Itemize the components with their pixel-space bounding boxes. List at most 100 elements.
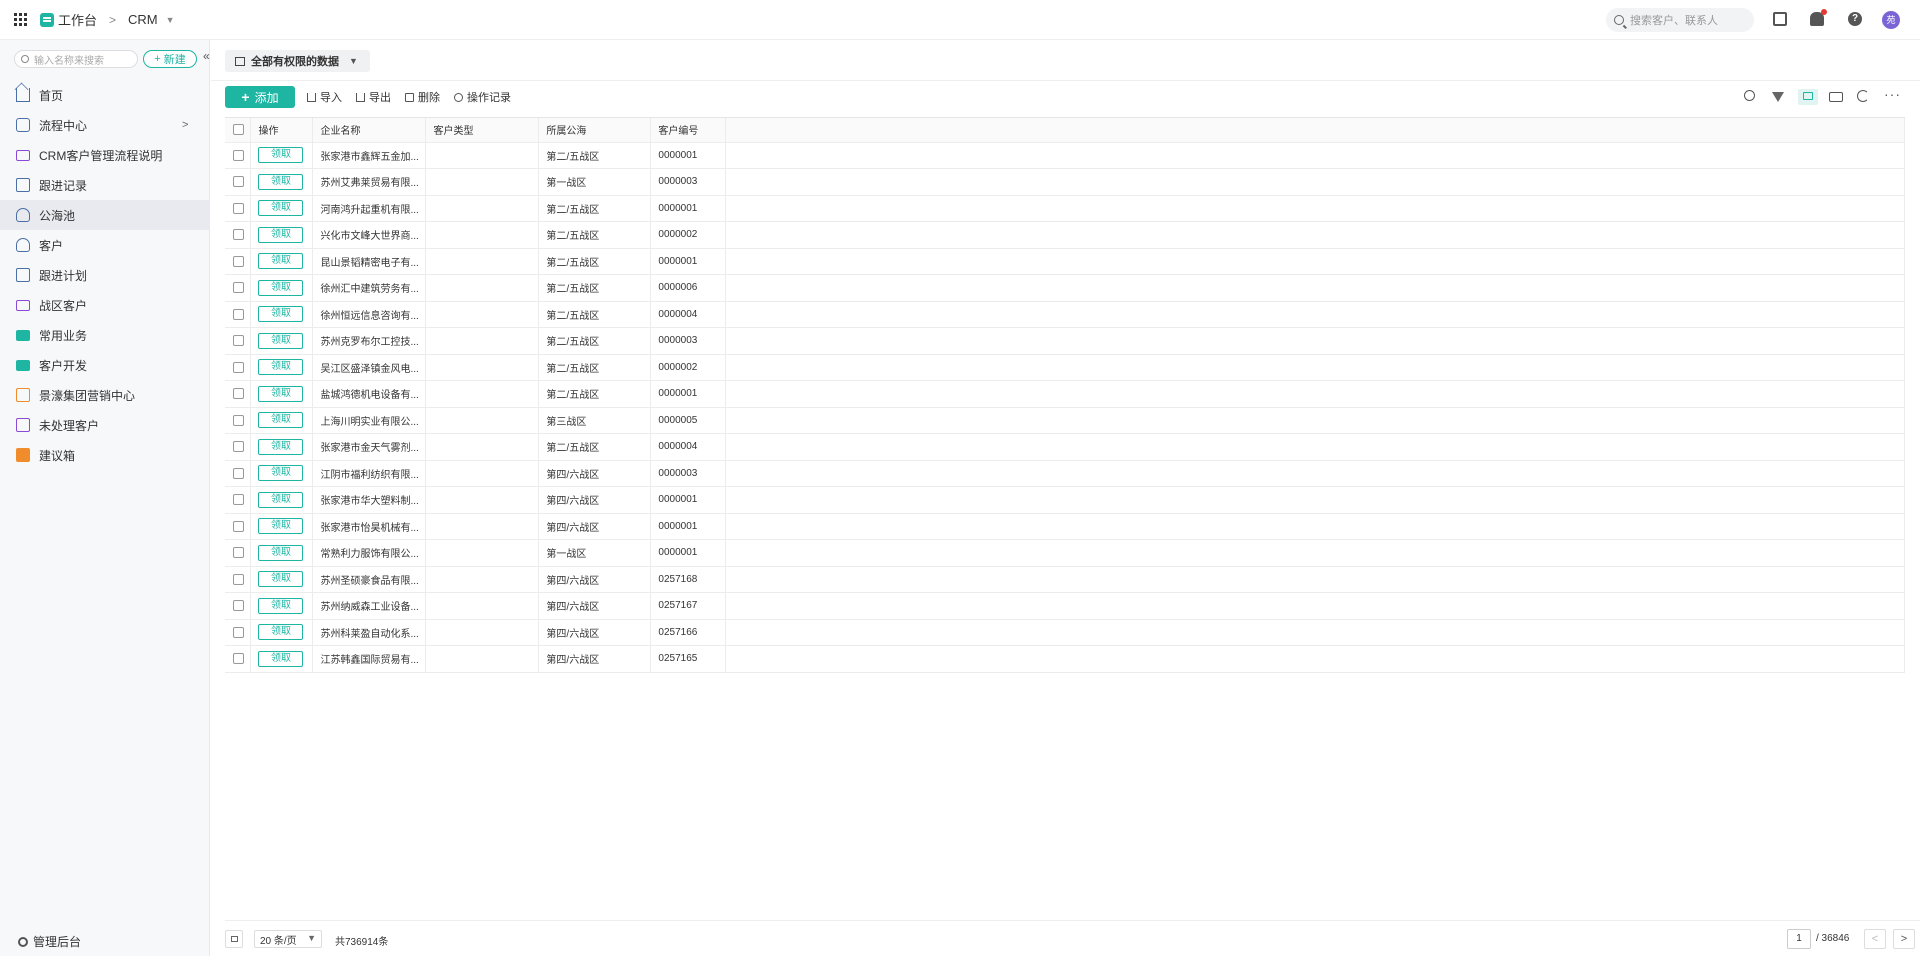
sidebar-search-input[interactable]: 输入名称来搜索 — [14, 50, 138, 68]
bell-icon[interactable] — [1810, 9, 1827, 26]
sidebar-item-home[interactable]: 首页 — [0, 80, 210, 110]
column-header-customer-type[interactable]: 客户类型 — [425, 118, 540, 143]
claim-button[interactable]: 领取 — [258, 226, 304, 243]
public-pool-cell[interactable]: 第三战区 — [538, 407, 652, 434]
row-checkbox[interactable] — [233, 255, 244, 267]
column-header-public-pool[interactable]: 所属公海 — [538, 118, 652, 143]
claim-button[interactable]: 领取 — [258, 147, 304, 164]
row-checkbox[interactable] — [233, 388, 244, 400]
claim-button[interactable]: 领取 — [258, 306, 304, 323]
public-pool-cell[interactable]: 第二/五战区 — [538, 327, 652, 355]
table-row[interactable]: 领取 吴江区盛泽镇金风电... 第二/五战区 0000002 — [225, 354, 1905, 381]
claim-button[interactable]: 领取 — [258, 491, 304, 508]
customer-type-cell[interactable] — [425, 380, 540, 408]
avatar[interactable]: 苑 — [1882, 11, 1900, 29]
customer-number-cell[interactable]: 0000004 — [650, 433, 727, 461]
customer-number-cell[interactable]: 0000001 — [650, 513, 727, 540]
global-search-input[interactable]: 搜索客户、联系人 — [1606, 8, 1754, 32]
customer-type-cell[interactable] — [425, 592, 540, 620]
table-row[interactable]: 领取 张家港市怡昊机械有... 第四/六战区 0000001 — [225, 513, 1905, 540]
company-name-cell[interactable]: 张家港市金天气雾剂... — [312, 433, 427, 461]
claim-button[interactable]: 领取 — [258, 571, 304, 588]
customer-type-cell[interactable] — [425, 327, 540, 355]
row-checkbox[interactable] — [233, 573, 244, 585]
sidebar-item-suggestion-box[interactable]: 建议箱 — [0, 440, 210, 470]
row-checkbox[interactable] — [233, 202, 244, 214]
public-pool-cell[interactable]: 第四/六战区 — [538, 486, 652, 514]
claim-button[interactable]: 领取 — [258, 518, 304, 535]
row-checkbox[interactable] — [233, 626, 244, 638]
sidebar-item-common-business[interactable]: 常用业务 — [0, 320, 210, 350]
public-pool-cell[interactable]: 第四/六战区 — [538, 619, 652, 646]
sidebar-item-customers[interactable]: 客户 — [0, 230, 210, 260]
customer-type-cell[interactable] — [425, 168, 540, 196]
company-name-cell[interactable]: 张家港市华大塑料制... — [312, 486, 427, 514]
company-name-cell[interactable]: 苏州科莱盈自动化系... — [312, 619, 427, 646]
row-checkbox[interactable] — [233, 467, 244, 479]
sidebar-item-flow-center[interactable]: 流程中心 > — [0, 110, 210, 140]
table-row[interactable]: 领取 苏州科莱盈自动化系... 第四/六战区 0257166 — [225, 619, 1905, 646]
company-name-cell[interactable]: 苏州艾弗莱贸易有限... — [312, 168, 427, 196]
column-header-company-name[interactable]: 企业名称 — [312, 118, 427, 143]
table-row[interactable]: 领取 苏州克罗布尔工控技... 第二/五战区 0000003 — [225, 327, 1905, 355]
customer-number-cell[interactable]: 0000001 — [650, 380, 727, 408]
refresh-icon[interactable] — [1857, 90, 1869, 102]
company-name-cell[interactable]: 徐州汇中建筑劳务有... — [312, 274, 427, 302]
company-name-cell[interactable]: 上海川明实业有限公... — [312, 407, 427, 434]
new-button[interactable]: + 新建 — [143, 50, 197, 68]
public-pool-cell[interactable]: 第二/五战区 — [538, 301, 652, 328]
row-checkbox[interactable] — [233, 176, 244, 188]
table-row[interactable]: 领取 徐州汇中建筑劳务有... 第二/五战区 0000006 — [225, 274, 1905, 302]
claim-button[interactable]: 领取 — [258, 438, 304, 455]
table-row[interactable]: 领取 苏州圣硕豪食品有限... 第四/六战区 0257168 — [225, 566, 1905, 593]
claim-button[interactable]: 领取 — [258, 465, 304, 482]
row-checkbox[interactable] — [233, 308, 244, 320]
company-name-cell[interactable]: 盐城鸿德机电设备有... — [312, 380, 427, 408]
company-name-cell[interactable]: 常熟利力服饰有限公... — [312, 539, 427, 567]
table-row[interactable]: 领取 河南鸿升起重机有限... 第二/五战区 0000001 — [225, 195, 1905, 222]
select-all-checkbox[interactable] — [233, 124, 244, 136]
customer-type-cell[interactable] — [425, 513, 540, 540]
next-page-button[interactable]: > — [1893, 929, 1915, 949]
claim-button[interactable]: 领取 — [258, 173, 304, 190]
customer-type-cell[interactable] — [425, 433, 540, 461]
filter-icon[interactable] — [1772, 92, 1784, 102]
customer-type-cell[interactable] — [425, 274, 540, 302]
customer-type-cell[interactable] — [425, 301, 540, 328]
customer-number-cell[interactable]: 0000005 — [650, 407, 727, 434]
public-pool-cell[interactable]: 第四/六战区 — [538, 513, 652, 540]
sidebar-item-followup-records[interactable]: 跟进记录 — [0, 170, 210, 200]
sidebar-item-public-pool[interactable]: 公海池 — [0, 200, 210, 230]
company-name-cell[interactable]: 苏州纳威森工业设备... — [312, 592, 427, 620]
company-name-cell[interactable]: 张家港市怡昊机械有... — [312, 513, 427, 540]
breadcrumb-app[interactable]: CRM — [128, 12, 158, 27]
search-icon[interactable] — [1744, 90, 1755, 101]
table-row[interactable]: 领取 苏州艾弗莱贸易有限... 第一战区 0000003 — [225, 168, 1905, 196]
operation-log-button[interactable]: 操作记录 — [454, 89, 511, 105]
prev-page-button[interactable]: < — [1864, 929, 1886, 949]
table-row[interactable]: 领取 张家港市华大塑料制... 第四/六战区 0000001 — [225, 486, 1905, 514]
customer-type-cell[interactable] — [425, 142, 540, 169]
keyboard-icon[interactable] — [1829, 92, 1843, 102]
row-checkbox[interactable] — [233, 229, 244, 241]
breadcrumb-workspace[interactable]: 工作台 — [58, 10, 97, 29]
public-pool-cell[interactable]: 第二/五战区 — [538, 248, 652, 275]
table-row[interactable]: 领取 兴化市文峰大世界商... 第二/五战区 0000002 — [225, 221, 1905, 249]
sidebar-item-zone-customers[interactable]: 战区客户 — [0, 290, 210, 320]
claim-button[interactable]: 领取 — [258, 359, 304, 376]
public-pool-cell[interactable]: 第一战区 — [538, 539, 652, 567]
company-name-cell[interactable]: 河南鸿升起重机有限... — [312, 195, 427, 222]
book-icon[interactable] — [1773, 12, 1787, 26]
customer-type-cell[interactable] — [425, 354, 540, 381]
help-icon[interactable]: ? — [1848, 12, 1862, 26]
company-name-cell[interactable]: 张家港市鑫辉五金加... — [312, 142, 427, 169]
public-pool-cell[interactable]: 第二/五战区 — [538, 433, 652, 461]
claim-button[interactable]: 领取 — [258, 544, 304, 561]
table-row[interactable]: 领取 昆山景韬精密电子有... 第二/五战区 0000001 — [225, 248, 1905, 275]
row-checkbox[interactable] — [233, 494, 244, 506]
row-checkbox[interactable] — [233, 653, 244, 665]
company-name-cell[interactable]: 吴江区盛泽镇金风电... — [312, 354, 427, 381]
customer-type-cell[interactable] — [425, 566, 540, 593]
sidebar-item-customer-dev[interactable]: 客户开发 — [0, 350, 210, 380]
customer-number-cell[interactable]: 0257168 — [650, 566, 727, 593]
